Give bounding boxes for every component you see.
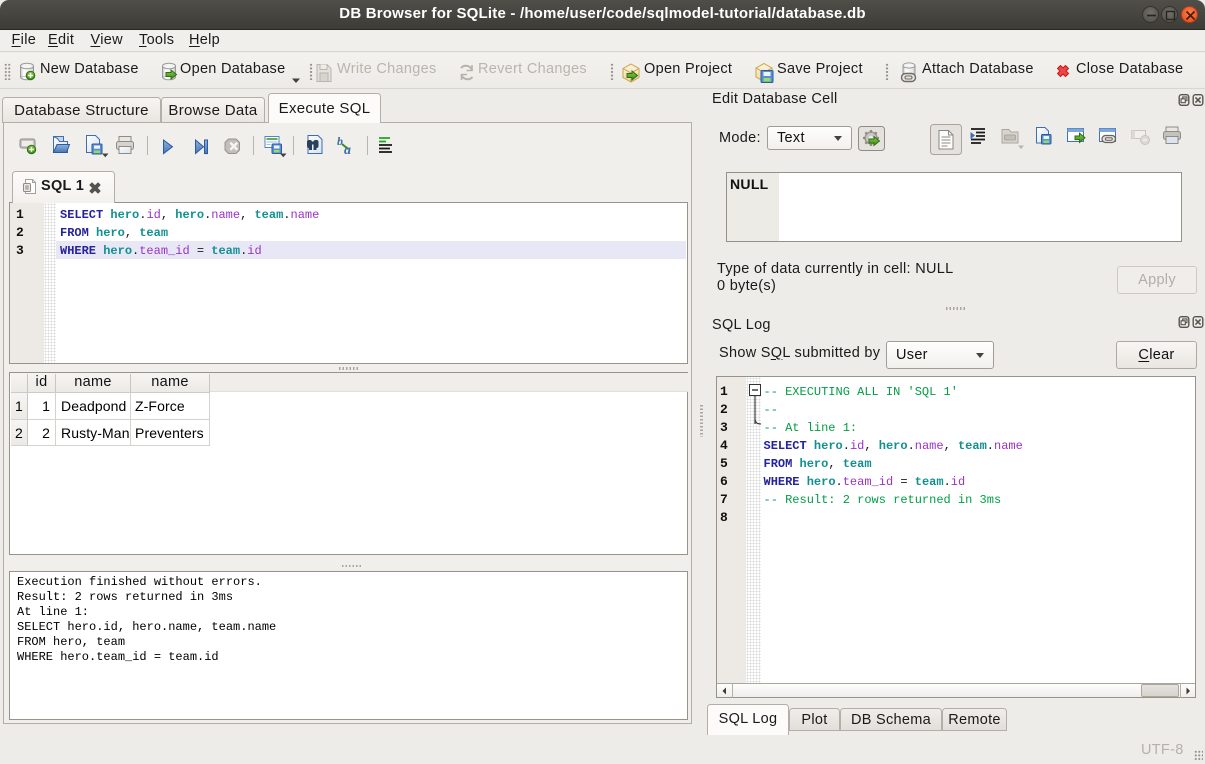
svg-text:b: b bbox=[337, 134, 343, 148]
svg-text:a: a bbox=[344, 143, 351, 158]
